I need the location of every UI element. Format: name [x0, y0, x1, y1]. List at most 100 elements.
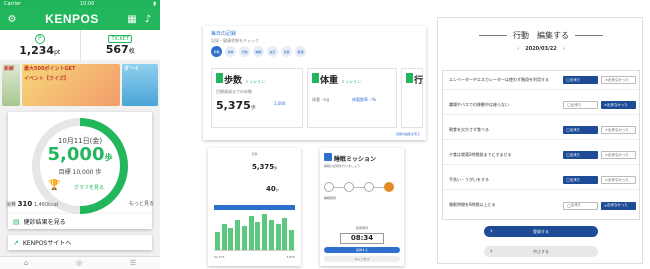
- wake-time-input[interactable]: 08:34: [340, 233, 384, 244]
- banner-right[interactable]: ダーイ: [122, 64, 158, 106]
- action-label: 手洗い・うがいをする: [449, 176, 489, 182]
- done-label: 出来た: [569, 177, 581, 182]
- chart-value-2-unit: 分: [275, 188, 279, 192]
- tickets-stat[interactable]: TICKET 567枚: [79, 30, 161, 60]
- points-value: 1,234: [19, 43, 55, 57]
- edit-goal-link[interactable]: 目標の編集を見る: [396, 132, 420, 136]
- chart-bar: [262, 213, 268, 250]
- action-row: 夕食は就寝2時間前までにすませる ◯ 出来た ✕ 出来なかった: [443, 146, 639, 165]
- steps-count: 5,000: [47, 144, 105, 165]
- bell-icon[interactable]: ♪: [142, 14, 154, 25]
- next-date-icon[interactable]: ›: [563, 46, 565, 52]
- chart-bar: [248, 215, 254, 250]
- weight-card-line: 体重 --kg: [312, 97, 330, 102]
- points-stat[interactable]: P 1,234pt: [0, 30, 80, 60]
- chip-steps[interactable]: 歩数: [211, 46, 222, 57]
- steps-card-tag: [216, 73, 223, 83]
- action-card-title: 行: [414, 76, 424, 86]
- action-row: エレベーターやエスカレーターは使わず階段を利用する ◯ 出来た ✕ 出来なかった: [443, 71, 639, 90]
- chart-bar: [268, 219, 274, 250]
- sleep-caption: 睡眠時間: [324, 196, 337, 200]
- steps-bar-chart: [214, 211, 295, 251]
- steps-card-badge: ミッション: [245, 79, 266, 84]
- gear-icon[interactable]: ⚙: [6, 14, 18, 25]
- record-button[interactable]: 記録する: [324, 247, 400, 253]
- action-label: 朝食を欠かさず食べる: [449, 126, 489, 132]
- menu-icon[interactable]: ☰: [130, 259, 136, 267]
- current-date: 2020/03/22: [525, 46, 557, 52]
- chart-bar: [282, 217, 288, 250]
- steps-card-sub: 1,000: [274, 101, 286, 106]
- chip-meal[interactable]: 食事: [281, 46, 292, 57]
- prev-date-icon[interactable]: ‹: [517, 46, 519, 52]
- external-link-icon: ↗: [13, 238, 19, 247]
- progress-step-4[interactable]: [384, 182, 394, 192]
- weight-card-badge: ミッション: [341, 79, 362, 84]
- chip-alcohol[interactable]: 飲酒: [295, 46, 306, 57]
- steps-card[interactable]: 10月11日(金) 5,000歩 目標 10,000 歩 🏆 グラフを見る: [8, 112, 152, 214]
- tickets-unit: 枚: [128, 47, 135, 55]
- carrier-label: Carrier: [4, 1, 22, 7]
- not-done-toggle[interactable]: ✕ 出来なかった: [601, 176, 636, 184]
- not-done-toggle[interactable]: ✕ 出来なかった: [601, 101, 636, 109]
- action-mission-card[interactable]: 行: [401, 68, 423, 128]
- dashboard-subheader: 記録・健康状態をチェック: [211, 37, 259, 43]
- action-row: 手洗い・うがいをする ◯ 出来た ✕ 出来なかった: [443, 171, 639, 190]
- progress-step-2[interactable]: [344, 182, 354, 192]
- cancel-button[interactable]: キャンセル: [324, 256, 400, 262]
- done-label: 出来た: [570, 102, 582, 107]
- register-button[interactable]: 登録する: [484, 226, 598, 237]
- not-done-toggle[interactable]: ✕ 出来なかった: [601, 151, 636, 159]
- more-link[interactable]: もっと見る: [129, 200, 154, 208]
- not-done-label: 出来なかった: [606, 102, 628, 107]
- steps-mission-card[interactable]: 歩数 ミッション 目標達成までの歩数 5,375歩 1,000: [211, 68, 303, 128]
- banner-carousel[interactable]: 新鮮 最大500ポイントGET イベント【クイズ】 ダーイ: [0, 64, 160, 106]
- battery-icon: ▮: [153, 1, 156, 7]
- not-done-label: 出来なかった: [607, 177, 629, 182]
- done-toggle[interactable]: ◯ 出来た: [563, 201, 598, 210]
- points-icon: P: [34, 33, 45, 44]
- progress-step-3[interactable]: [364, 182, 374, 192]
- chip-weight[interactable]: 体重: [225, 46, 236, 57]
- graph-link[interactable]: グラフを見る: [74, 184, 104, 191]
- metric2-label: kcal: [48, 202, 59, 208]
- steps-card-value: 5,375: [216, 99, 251, 112]
- metric2-value: 1,460: [33, 202, 49, 208]
- chip-blood-pressure[interactable]: 血圧: [267, 46, 278, 57]
- mobile-screen: Carrier 10:00 ▮ ⚙ KENPOS ▦ ♪ P 1,234pt T…: [0, 0, 160, 269]
- done-toggle[interactable]: ◯ 出来た: [563, 101, 598, 109]
- calendar-icon[interactable]: ▦: [126, 14, 138, 25]
- wake-time-label: 起床時刻: [355, 226, 368, 230]
- action-edit-panel: 行動 編集する ‹ 2020/03/22 › エレベーターやエスカレーターは使わず階…: [437, 17, 643, 264]
- done-toggle[interactable]: ◯ 出来た: [563, 76, 598, 84]
- chart-header-band: [214, 205, 295, 210]
- chip-sleep[interactable]: 睡眠: [253, 46, 264, 57]
- kenpos-site-button[interactable]: ↗ KENPOSサイトへ: [8, 235, 152, 250]
- weight-card-title: 体重: [320, 76, 339, 86]
- action-row: 職場やバスでの移動中は座らない ◯ 出来た ✕ 出来なかった: [443, 96, 639, 115]
- chart-value-2: 40: [266, 185, 276, 193]
- done-label: 出来た: [569, 127, 581, 132]
- action-label: 夕食は就寝2時間前までにすませる: [449, 151, 512, 157]
- banner-left[interactable]: 新鮮: [2, 64, 20, 106]
- health-results-button[interactable]: ▤ 健診結果を見る: [8, 214, 152, 229]
- not-done-toggle[interactable]: ✕ 出来なかった: [601, 76, 636, 84]
- chart-bar: [255, 221, 261, 250]
- done-toggle[interactable]: ◯ 出来た: [563, 126, 598, 134]
- not-done-toggle[interactable]: ✕ 出来なかった: [601, 201, 636, 210]
- not-done-toggle[interactable]: ✕ 出来なかった: [601, 126, 636, 134]
- action-row: 朝食を欠かさず食べる ◯ 出来た ✕ 出来なかった: [443, 121, 639, 140]
- home-icon[interactable]: ⌂: [24, 259, 28, 267]
- chip-action[interactable]: 行動: [239, 46, 250, 57]
- date-navigator: ‹ 2020/03/22 ›: [438, 46, 644, 52]
- category-chips: 歩数 体重 行動 睡眠 血圧 食事 飲酒: [211, 46, 306, 57]
- points-unit: pt: [54, 48, 61, 56]
- camera-icon[interactable]: ◎: [76, 259, 82, 267]
- cancel-edit-button[interactable]: 中止する: [484, 246, 598, 257]
- chart-bar: [228, 227, 234, 250]
- banner-quiz[interactable]: 最大500ポイントGET イベント【クイズ】: [22, 64, 120, 106]
- progress-step-1[interactable]: [324, 182, 334, 192]
- weight-mission-card[interactable]: 体重 ミッション 体重 --kg 体脂肪率 --%: [307, 68, 397, 128]
- done-toggle[interactable]: ◯ 出来た: [563, 151, 598, 159]
- done-toggle[interactable]: ◯ 出来た: [563, 176, 598, 184]
